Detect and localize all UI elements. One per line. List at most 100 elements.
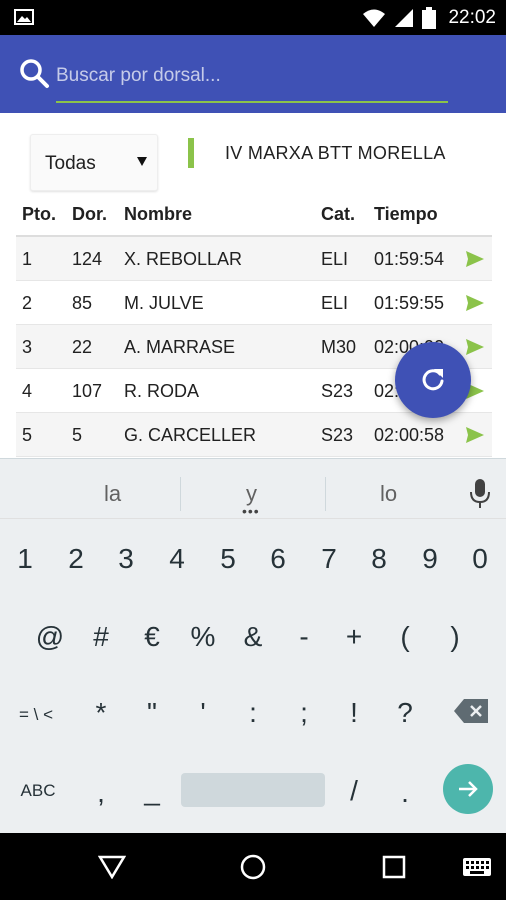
header-time: Tiempo [374,204,438,224]
cell-dorsal: 124 [72,249,103,269]
cell-category: ELI [321,249,349,269]
key[interactable]: 4 [157,543,197,575]
cell-name: X. REBOLLAR [124,249,243,269]
home-icon[interactable] [240,854,266,880]
cell-dorsal: 22 [72,337,93,357]
header-dorsal: Dor. [72,204,108,224]
key[interactable]: ( [385,621,425,653]
cell-name: G. CARCELLER [124,425,257,445]
key[interactable]: : [233,697,273,729]
key[interactable]: 5 [208,543,248,575]
key[interactable]: 6 [258,543,298,575]
category-select[interactable]: Todas [30,134,158,191]
cell-time: 01:59:54 [374,249,445,269]
cell-category: M30 [321,337,357,357]
abc-key[interactable]: ABC [8,781,68,801]
cell-name: A. MARRASE [124,337,236,357]
soft-keyboard: la y ••• lo 1 2 3 4 5 6 7 8 9 0 @ # € % … [0,458,506,833]
suggestion-item[interactable]: lo [380,481,397,507]
key[interactable]: & [233,621,273,653]
key[interactable]: # [81,621,121,653]
cell-time: 01:59:55 [374,293,445,313]
suggestion-strip: la y ••• lo [0,459,506,519]
table-row[interactable]: 1 124 X. REBOLLAR ELI 01:59:54 [16,237,492,281]
cell-name: M. JULVE [124,293,204,313]
cell-name: R. RODA [124,381,200,401]
send-icon[interactable] [466,338,484,356]
category-select-value: Todas [45,153,96,174]
microphone-icon[interactable] [470,479,490,509]
key[interactable]: - [284,621,324,653]
key[interactable]: 2 [56,543,96,575]
key[interactable]: 1 [5,543,45,575]
cell-dorsal: 5 [72,425,83,445]
battery-icon [422,7,437,29]
recents-icon[interactable] [382,855,406,879]
arrow-right-icon [459,781,478,797]
search-input[interactable] [56,59,448,103]
clock: 22:02 [448,7,496,28]
results-table-header: Pto. Dor. Nombre Cat. Tiempo [16,195,492,237]
refresh-icon [422,369,444,391]
send-icon[interactable] [466,294,484,312]
header-category: Cat. [321,204,356,224]
key[interactable]: 7 [309,543,349,575]
key[interactable]: € [132,621,172,653]
cell-dorsal: 85 [72,293,93,313]
key[interactable]: ' [183,697,223,729]
send-icon[interactable] [466,426,484,444]
key[interactable]: . [385,777,425,809]
key[interactable]: / [334,775,374,807]
cell-position: 2 [22,293,33,313]
app-bar [0,35,506,113]
key[interactable]: 3 [106,543,146,575]
cell-dorsal: 107 [72,381,103,401]
key[interactable]: @ [30,621,70,653]
table-row[interactable]: 2 85 M. JULVE ELI 01:59:55 [16,281,492,325]
search-icon[interactable] [18,57,50,89]
wifi-icon [363,9,386,27]
status-bar: 22:02 [0,0,506,35]
header-position: Pto. [22,204,56,224]
key[interactable]: ; [284,697,324,729]
dropdown-arrow-icon [137,157,147,166]
cell-position: 5 [22,425,33,445]
suggestion-divider [180,477,181,511]
image-icon [14,9,34,25]
cell-position: 4 [22,381,33,401]
key[interactable]: ? [385,697,425,729]
keyboard-switch-icon[interactable] [462,857,492,877]
key[interactable]: 9 [410,543,450,575]
refresh-button[interactable] [395,342,471,418]
key[interactable]: 8 [359,543,399,575]
key[interactable]: * [81,697,121,729]
key[interactable]: + [334,621,374,653]
cell-position: 1 [22,249,33,269]
back-icon[interactable] [98,855,126,879]
key[interactable]: % [183,621,223,653]
suggestion-divider [325,477,326,511]
key[interactable]: _ [132,775,172,807]
send-icon[interactable] [466,250,484,268]
event-title: IV MARXA BTT MORELLA [225,143,446,163]
key[interactable]: " [132,697,172,729]
suggestion-item[interactable]: la [104,481,121,507]
enter-key[interactable] [443,764,493,814]
cell-category: ELI [321,293,349,313]
backspace-icon[interactable] [454,699,488,723]
key[interactable]: , [81,777,121,809]
cell-category: S23 [321,425,354,445]
symbols-more-key[interactable]: = \ < [8,705,64,725]
cell-position: 3 [22,337,33,357]
event-accent-bar [188,138,194,168]
key[interactable]: ! [334,697,374,729]
key[interactable]: ) [435,621,475,653]
more-suggestions-icon: ••• [242,503,260,519]
cell-time: 02:00:58 [374,425,445,445]
table-row[interactable]: 5 5 G. CARCELLER S23 02:00:58 [16,413,492,457]
space-key[interactable] [181,773,325,807]
key[interactable]: 0 [460,543,500,575]
header-name: Nombre [124,204,193,224]
navigation-bar [0,833,506,900]
signal-icon [395,9,414,27]
